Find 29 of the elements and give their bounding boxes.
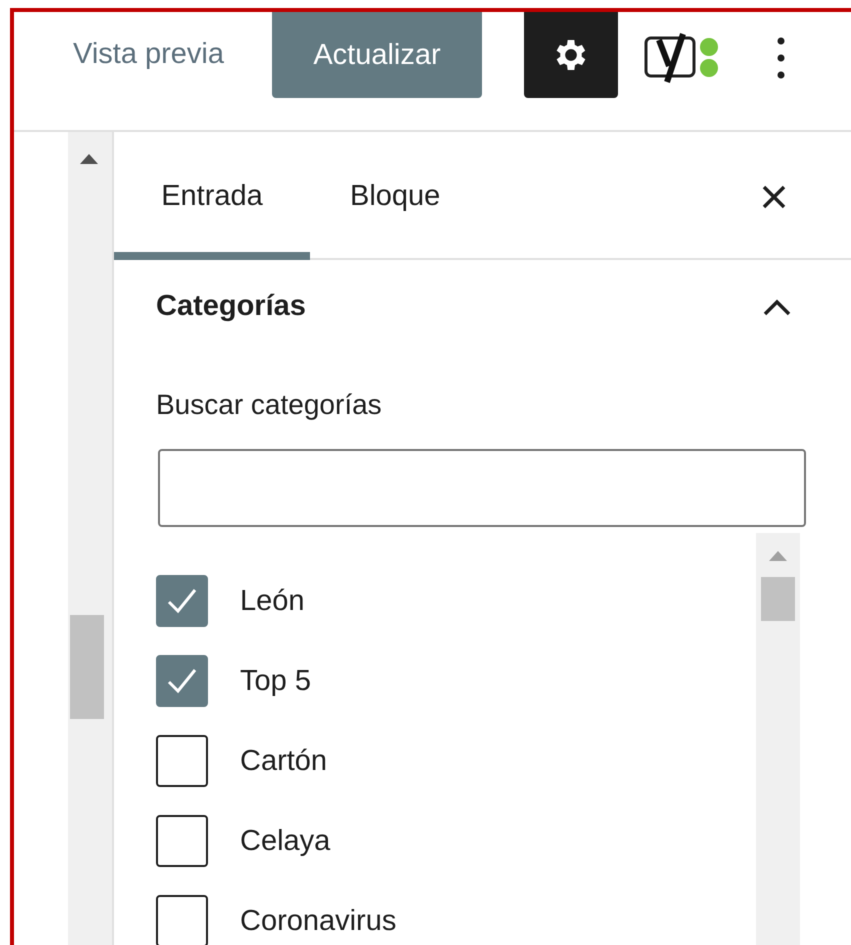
update-button[interactable]: Actualizar xyxy=(272,12,482,98)
checkbox[interactable] xyxy=(156,815,208,867)
tab[interactable]: Bloque xyxy=(310,132,480,260)
checkmark-icon xyxy=(165,586,199,616)
checkbox[interactable] xyxy=(156,895,208,945)
preview-link[interactable]: Vista previa xyxy=(73,38,224,71)
section-title[interactable]: Categorías xyxy=(156,290,306,323)
scrollbar[interactable] xyxy=(756,533,800,945)
close-icon[interactable] xyxy=(761,184,787,210)
chevron-icon[interactable] xyxy=(763,298,791,316)
scroll-up-icon[interactable] xyxy=(80,154,98,164)
scroll-thumb[interactable] xyxy=(761,577,795,621)
checkbox[interactable] xyxy=(156,575,208,627)
search-label: Buscar categorías xyxy=(156,389,382,421)
category-label[interactable]: Coronavirus xyxy=(240,904,396,938)
checkbox[interactable] xyxy=(156,735,208,787)
checkmark-icon xyxy=(165,666,199,696)
scrollbar[interactable] xyxy=(68,132,112,945)
category-label[interactable]: León xyxy=(240,584,305,618)
category-label[interactable]: Cartón xyxy=(240,744,328,778)
settings-button[interactable] xyxy=(524,12,618,98)
tab[interactable]: Entrada xyxy=(114,132,310,260)
scroll-thumb[interactable] xyxy=(70,615,104,719)
plugin-logo-icon[interactable] xyxy=(643,30,721,86)
category-label[interactable]: Top 5 xyxy=(240,664,311,698)
search-field[interactable] xyxy=(158,449,806,527)
category-label[interactable]: Celaya xyxy=(240,824,330,858)
checkbox[interactable] xyxy=(156,655,208,707)
more-options-icon[interactable] xyxy=(776,36,786,80)
